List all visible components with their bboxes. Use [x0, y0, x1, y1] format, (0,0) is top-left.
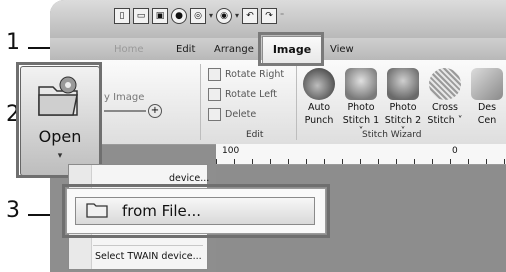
photo-stitch-2-button[interactable]: Photo Stitch 2 ˅: [384, 68, 422, 137]
auto-punch-line2: Punch: [304, 115, 334, 126]
apple-icon: [303, 68, 335, 100]
cross-stitch-icon: [429, 68, 461, 100]
tab-edit[interactable]: Edit: [176, 41, 195, 59]
open-highlight-outline: [16, 62, 102, 178]
callout-3: 3: [6, 198, 20, 223]
undo-icon[interactable]: ↶: [242, 8, 259, 24]
zoom-plus-icon[interactable]: +: [148, 104, 162, 118]
menu-item-device[interactable]: device...: [169, 173, 209, 184]
rotate-left-label: Rotate Left: [225, 89, 277, 100]
rotate-left-icon: [208, 88, 221, 101]
design-center-icon: [471, 68, 503, 100]
design-center-button[interactable]: Des Cen: [468, 68, 506, 126]
save-icon[interactable]: ▣: [152, 8, 168, 24]
ribbon: y Image + Rotate Right Rotate Left Delet…: [50, 60, 506, 145]
cross-stitch-line2: Stitch ˅: [427, 115, 463, 126]
callout-1: 1: [6, 30, 20, 55]
redo-icon[interactable]: ↷: [261, 8, 278, 24]
circle-icon[interactable]: ◉: [216, 8, 233, 24]
zoom-slider[interactable]: [104, 110, 146, 112]
auto-punch-line1: Auto: [307, 102, 331, 113]
portrait-icon: [387, 68, 419, 100]
portrait-icon: [345, 68, 377, 100]
design-center-line2: Cen: [477, 115, 497, 126]
chevron-down-icon[interactable]: ▾: [209, 8, 213, 24]
rotate-right-icon: [208, 68, 221, 81]
tab-home[interactable]: Home: [114, 41, 144, 59]
separator: [200, 64, 201, 140]
delete-icon: [208, 108, 221, 121]
view-icon[interactable]: ◎: [190, 8, 206, 24]
ruler-ticks: [216, 159, 506, 164]
image-label: y Image: [104, 92, 145, 103]
open-icon[interactable]: ▭: [133, 8, 149, 24]
tab-image-highlight-outline: [258, 32, 324, 66]
record-icon[interactable]: ●: [171, 8, 187, 24]
cross-stitch-line1: Cross: [431, 102, 459, 113]
ruler-mark-0: 0: [452, 146, 458, 156]
photo-stitch-1-button[interactable]: Photo Stitch 1 ˅: [342, 68, 380, 137]
menu-separator: [93, 245, 203, 246]
delete-button[interactable]: Delete: [208, 108, 256, 121]
ruler: 100 0: [216, 144, 506, 165]
cross-stitch-button[interactable]: Cross Stitch ˅: [426, 68, 464, 126]
customize-icon[interactable]: ⁼: [280, 8, 284, 24]
chevron-down-icon[interactable]: ▾: [235, 8, 239, 24]
rotate-right-label: Rotate Right: [225, 69, 285, 80]
auto-punch-button[interactable]: Auto Punch: [300, 68, 338, 126]
menu-item-select-twain[interactable]: Select TWAIN device...: [95, 251, 202, 262]
design-center-line1: Des: [477, 102, 497, 113]
from-file-highlight-outline: [62, 184, 330, 238]
stitch-wizard-group-label: Stitch Wizard: [362, 130, 422, 140]
tab-view[interactable]: View: [330, 41, 354, 59]
new-icon[interactable]: ▯: [114, 8, 130, 24]
photo-stitch-2-line1: Photo: [389, 102, 417, 113]
tab-arrange[interactable]: Arrange: [214, 41, 254, 59]
delete-label: Delete: [225, 109, 257, 120]
edit-group-label: Edit: [246, 130, 264, 140]
separator: [296, 64, 297, 140]
rotate-right-button[interactable]: Rotate Right: [208, 68, 284, 81]
ruler-mark-100: 100: [222, 146, 240, 156]
quick-access-toolbar: ▯ ▭ ▣ ● ◎ ▾ ◉ ▾ ↶ ↷ ⁼: [114, 8, 284, 24]
photo-stitch-1-line1: Photo: [347, 102, 375, 113]
rotate-left-button[interactable]: Rotate Left: [208, 88, 277, 101]
